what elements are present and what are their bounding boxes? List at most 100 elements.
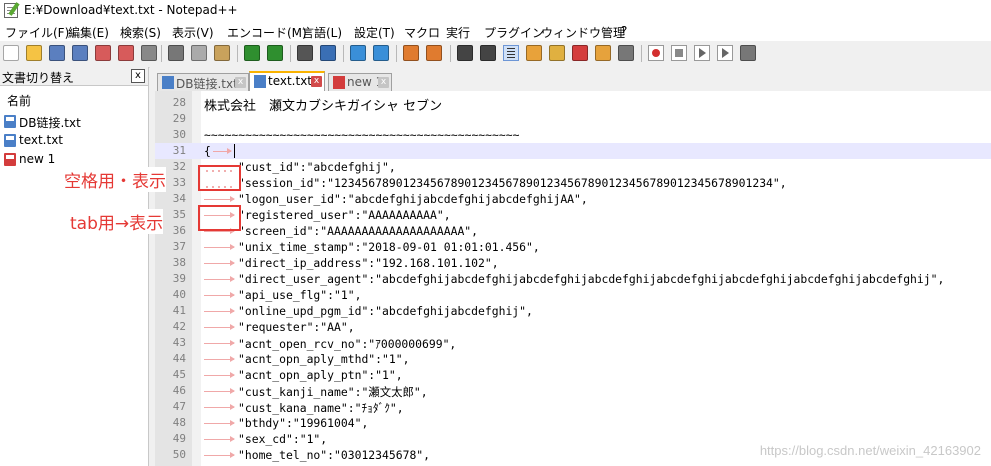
indent-guide-icon[interactable] <box>503 45 519 61</box>
code-text: "logon_user_id":"abcdefghijabcdefghijabc… <box>238 192 588 206</box>
code-text: "bthdy":"19961004", <box>238 416 369 430</box>
editor-line[interactable]: 34 "logon_user_id":"abcdefghijabcdefghija… <box>155 191 991 207</box>
notepad-plus-plus-icon <box>4 3 18 18</box>
saved-file-icon <box>4 115 16 128</box>
menu-item-9[interactable]: プラグイン <box>484 24 544 41</box>
editor-line[interactable]: 32 "cust_id":"abcdefghij", <box>155 159 991 175</box>
editor-line[interactable]: 30 ~~~~~~~~~~~~~~~~~~~~~~~~~~~~~~~~~~~~~~… <box>155 127 991 143</box>
menu-item-10[interactable]: ウィンドウ管理 <box>541 24 625 41</box>
code-text: ~~~~~~~~~~~~~~~~~~~~~~~~~~~~~~~~~~~~~~~~… <box>204 128 520 142</box>
code-text: "screen_id":"AAAAAAAAAAAAAAAAAAAA", <box>238 224 479 238</box>
editor-line[interactable]: 29 <box>155 111 991 127</box>
code-text: "registered_user":"AAAAAAAAAA", <box>238 208 451 222</box>
editor-line[interactable]: 39 "direct_user_agent":"abcdefghijabcdefg… <box>155 271 991 287</box>
line-number: 34 <box>172 192 186 205</box>
editor-line[interactable]: 41 "online_upd_pgm_id":"abcdefghijabcdefg… <box>155 303 991 319</box>
replace-icon[interactable] <box>320 45 336 61</box>
tab-arrow-icon <box>204 372 235 378</box>
menu-item-1[interactable]: 編集(E) <box>68 24 109 41</box>
menu-item-2[interactable]: 検索(S) <box>120 24 161 41</box>
menu-item-3[interactable]: 表示(V) <box>172 24 214 41</box>
tab-close-icon[interactable]: x <box>311 76 322 87</box>
find-icon[interactable] <box>297 45 313 61</box>
tab-2[interactable]: new 1x <box>328 73 392 91</box>
code-text: "acnt_opn_aply_mthd":"1", <box>238 352 410 366</box>
menu-item-5[interactable]: 言語(L) <box>302 24 342 41</box>
menu-item-11[interactable]: ? <box>621 24 627 38</box>
editor-line[interactable]: 43 "acnt_open_rcv_no":"ｱ000000699", <box>155 335 991 351</box>
doc-map-icon[interactable] <box>549 45 565 61</box>
file-icon <box>162 76 174 89</box>
menu-item-4[interactable]: エンコード(M) <box>227 24 307 41</box>
toolbar-separator <box>237 45 238 62</box>
editor-line[interactable]: 40 "api_use_flg":"1", <box>155 287 991 303</box>
redo-icon[interactable] <box>267 45 283 61</box>
line-number: 46 <box>172 384 186 397</box>
text-caret <box>234 144 235 158</box>
close-all-icon[interactable] <box>118 45 134 61</box>
panel-close-button[interactable]: x <box>131 69 145 83</box>
line-number: 45 <box>172 368 186 381</box>
zoom-out-icon[interactable] <box>373 45 389 61</box>
tab-annotation-label: tab用→表示 <box>70 209 164 234</box>
save-all-icon[interactable] <box>72 45 88 61</box>
new-file-icon[interactable] <box>3 45 19 61</box>
record-macro-icon[interactable] <box>648 45 664 61</box>
paste-icon[interactable] <box>214 45 230 61</box>
menu-bar: ファイル(F) 編集(E) 検索(S) 表示(V) エンコード(M) 言語(L) 設定(T)… <box>0 22 991 41</box>
close-icon[interactable] <box>95 45 111 61</box>
sync-horizontal-icon[interactable] <box>426 45 442 61</box>
editor-line[interactable]: 35 "registered_user":"AAAAAAAAAA", <box>155 207 991 223</box>
code-text: "requester":"AA", <box>238 320 355 334</box>
word-wrap-icon[interactable] <box>457 45 473 61</box>
file-list-item-label: text.txt <box>19 133 64 147</box>
menu-item-7[interactable]: マクロ <box>404 24 440 41</box>
open-file-icon[interactable] <box>26 45 42 61</box>
line-number: 44 <box>172 352 186 365</box>
editor-line[interactable]: 46 "cust_kanji_name":"瀬文太郎", <box>155 383 991 399</box>
save-icon[interactable] <box>49 45 65 61</box>
code-text: "unix_time_stamp":"2018-09-01 01:01:01.4… <box>238 240 540 254</box>
editor-line[interactable]: 42 "requester":"AA", <box>155 319 991 335</box>
tab-arrow-icon <box>204 260 235 266</box>
udl-icon[interactable] <box>526 45 542 61</box>
tab-arrow-icon <box>204 292 235 298</box>
tab-arrow-icon <box>213 148 232 154</box>
tab-arrow-icon <box>204 452 235 458</box>
show-all-chars-icon[interactable] <box>480 45 496 61</box>
sync-vertical-icon[interactable] <box>403 45 419 61</box>
print-icon[interactable] <box>141 45 157 61</box>
copy-icon[interactable] <box>191 45 207 61</box>
editor-line[interactable]: 38 "direct_ip_address":"192.168.101.102", <box>155 255 991 271</box>
line-number: 31 <box>172 144 186 157</box>
editor[interactable]: 28 株式会社 瀬文カブシキガイシャ セブン 29 30 ~~~~~~~~~~~~~~~… <box>155 91 991 466</box>
folder-workspace-icon[interactable] <box>595 45 611 61</box>
editor-line[interactable]: 44 "acnt_opn_aply_mthd":"1", <box>155 351 991 367</box>
tab-1[interactable]: text.txt x <box>249 71 325 91</box>
editor-line[interactable]: 37 "unix_time_stamp":"2018-09-01 01:01:01… <box>155 239 991 255</box>
column-header-name[interactable]: 名前 <box>7 92 31 109</box>
function-list-icon[interactable] <box>572 45 588 61</box>
stop-macro-icon[interactable] <box>671 45 687 61</box>
editor-line[interactable]: 31 { <box>155 143 991 159</box>
menu-item-0[interactable]: ファイル(F) <box>5 24 69 41</box>
monitor-icon[interactable] <box>618 45 634 61</box>
cut-icon[interactable] <box>168 45 184 61</box>
editor-line[interactable]: 45 "acnt_opn_aply_ptn":"1", <box>155 367 991 383</box>
menu-item-8[interactable]: 実行 <box>446 24 470 41</box>
undo-icon[interactable] <box>244 45 260 61</box>
editor-line[interactable]: 47 "cust_kana_name":"ﾁｮﾀﾞｸ", <box>155 399 991 415</box>
tab-0[interactable]: DB链接.txt x <box>157 73 249 91</box>
play-multiple-icon[interactable] <box>717 45 733 61</box>
code-text: "api_use_flg":"1", <box>238 288 362 302</box>
editor-line[interactable]: 36 "screen_id":"AAAAAAAAAAAAAAAAAAAA", <box>155 223 991 239</box>
tab-close-icon[interactable]: x <box>235 77 246 88</box>
zoom-in-icon[interactable] <box>350 45 366 61</box>
tab-close-icon[interactable]: x <box>378 77 389 88</box>
save-macro-icon[interactable] <box>740 45 756 61</box>
editor-line[interactable]: 28 株式会社 瀬文カブシキガイシャ セブン <box>155 95 991 114</box>
editor-line[interactable]: 33 "session_id":"123456789012345678901234… <box>155 175 991 191</box>
editor-line[interactable]: 48 "bthdy":"19961004", <box>155 415 991 431</box>
menu-item-6[interactable]: 設定(T) <box>354 24 395 41</box>
play-macro-icon[interactable] <box>694 45 710 61</box>
